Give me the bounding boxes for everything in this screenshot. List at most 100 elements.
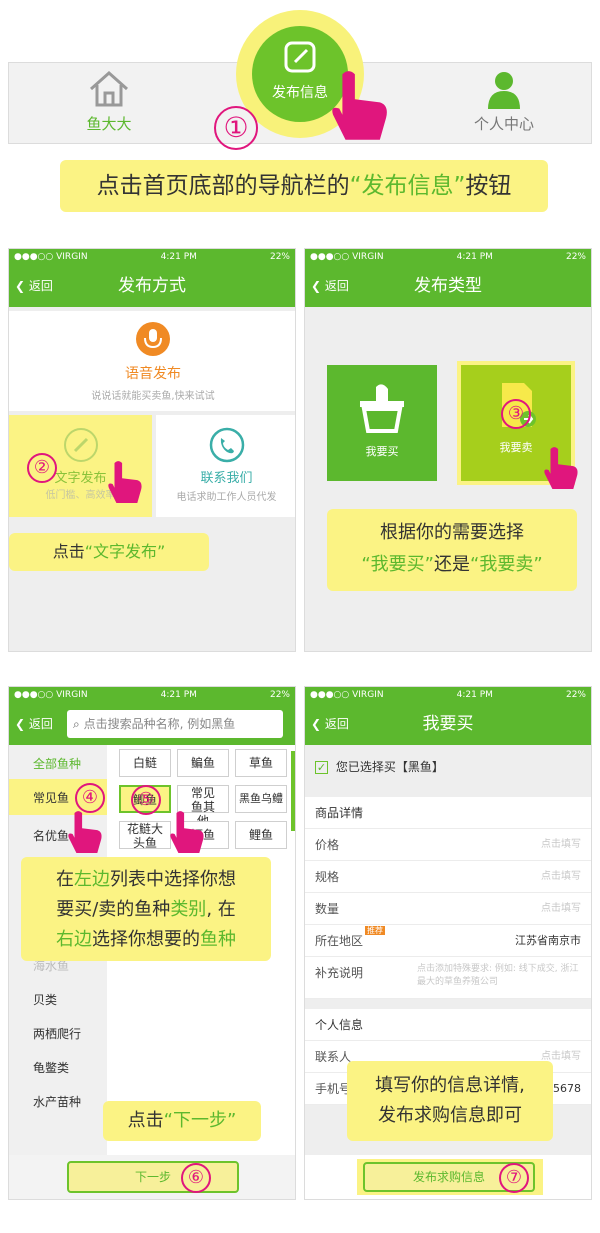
category-item[interactable]: 贝类: [33, 991, 57, 1008]
title-bar: ❮ 返回 ⌕ 点击搜索品种名称, 例如黑鱼: [9, 703, 295, 745]
page-title: 我要买: [422, 714, 474, 734]
selected-fish-row: ✓ 您已选择买【黑鱼】: [305, 751, 591, 783]
clock-text: 4:21 PM: [160, 690, 197, 700]
pencil-icon: [63, 428, 98, 462]
bottom-button-bar: 发布求购信息 ⑦: [305, 1155, 591, 1199]
field-label: 价格: [315, 838, 340, 852]
callout-line1: 在左边列表中选择你想: [21, 865, 271, 895]
clock-text: 4:21 PM: [456, 690, 493, 700]
status-bar: ●●●○○ VIRGIN 4:21 PM 22%: [9, 687, 295, 703]
callout-text: 在: [56, 869, 74, 890]
carrier-text: ●●●○○ VIRGIN: [14, 690, 88, 700]
back-button[interactable]: ❮ 返回: [15, 703, 53, 745]
buy-tile[interactable]: 我要买: [327, 365, 437, 481]
next-step-label: 下一步: [134, 1170, 171, 1184]
step-3-marker: ③: [501, 399, 531, 429]
title-bar: ❮ 返回 发布类型: [305, 265, 591, 307]
field-label: 联系人: [315, 1050, 352, 1064]
field-placeholder: 点击填写: [541, 871, 581, 882]
step-1-marker: ①: [214, 106, 258, 150]
nav-home[interactable]: 鱼大大: [79, 69, 139, 134]
carrier-text: ●●●○○ VIRGIN: [310, 690, 384, 700]
field-label: 补充说明: [315, 966, 364, 980]
pointing-hand-icon: [108, 461, 142, 503]
fish-cell[interactable]: 花鲢大头鱼: [119, 821, 171, 850]
spec-field[interactable]: 规格 点击填写: [305, 861, 591, 893]
category-item[interactable]: 名优鱼: [33, 827, 69, 844]
section-header: 个人信息: [305, 1009, 591, 1041]
callout-line2: “我要买”还是“我要卖”: [327, 549, 577, 581]
nav-user[interactable]: 个人中心: [459, 69, 549, 134]
publish-request-label: 发布求购信息: [412, 1170, 485, 1184]
quantity-field[interactable]: 数量 点击填写: [305, 893, 591, 925]
bottom-button-bar: 下一步 ⑥: [9, 1155, 295, 1199]
edit-icon: [284, 41, 316, 73]
note-field[interactable]: 补充说明 点击添加特殊要求: 例如: 线下成交, 浙江最大的草鱼养殖公司: [305, 957, 591, 999]
fish-cell[interactable]: 鳊鱼: [177, 749, 229, 777]
contact-subtitle: 电话求助工作人员代发: [176, 492, 277, 503]
callout-text: 点击首页底部的导航栏的: [96, 173, 350, 199]
status-bar: ●●●○○ VIRGIN 4:21 PM 22%: [305, 687, 591, 703]
step-2-marker: ②: [27, 453, 57, 483]
step-1-callout: 点击首页底部的导航栏的“发布信息”按钮: [60, 160, 548, 212]
region-label: 所在地区: [315, 934, 364, 948]
field-label: 所在地区推荐: [315, 925, 386, 957]
fish-cell[interactable]: 黑鱼乌鳢: [235, 785, 287, 813]
section-header: 商品详情: [305, 797, 591, 829]
page-title: 发布方式: [118, 276, 186, 296]
section-title: 商品详情: [315, 806, 364, 820]
battery-text: 22%: [269, 690, 290, 700]
callout-highlight: 鱼种: [200, 929, 236, 950]
next-step-button[interactable]: 下一步: [67, 1161, 239, 1193]
step-5-marker: ⑤: [131, 785, 161, 815]
category-label: 常见鱼: [33, 791, 70, 805]
fish-cell[interactable]: 白鲢: [119, 749, 171, 777]
checkbox-icon[interactable]: ✓: [315, 761, 328, 774]
category-item[interactable]: 龟鳖类: [33, 1059, 69, 1076]
page-title: 发布类型: [414, 276, 482, 296]
fish-cell[interactable]: 鲤鱼: [235, 821, 287, 849]
callout-text: 根据你的需要选择: [380, 522, 524, 543]
category-item[interactable]: 水产苗种: [33, 1093, 81, 1110]
scrollbar[interactable]: [291, 751, 295, 831]
phone-publish-type: ●●●○○ VIRGIN 4:21 PM 22% ❮ 返回 发布类型 我要买 我…: [304, 248, 592, 652]
contact-us-tile[interactable]: 联系我们 电话求助工作人员代发: [156, 415, 295, 517]
fish-cell[interactable]: 草鱼: [235, 749, 287, 777]
price-field[interactable]: 价格 点击填写: [305, 829, 591, 861]
callout-text: 还是: [434, 554, 470, 575]
voice-subtitle: 说说话就能买卖鱼,快来试试: [91, 391, 215, 402]
category-item[interactable]: 全部鱼种: [33, 755, 81, 772]
step-2-callout: 点击“文字发布”: [9, 533, 209, 571]
buy-label: 我要买: [365, 445, 399, 458]
search-input[interactable]: ⌕ 点击搜索品种名称, 例如黑鱼: [67, 710, 283, 738]
contact-title: 联系我们: [200, 471, 253, 486]
note-placeholder: 点击添加特殊要求: 例如: 线下成交, 浙江最大的草鱼养殖公司: [417, 964, 579, 987]
voice-title: 语音发布: [125, 366, 181, 382]
back-label: 返回: [28, 717, 53, 731]
nav-user-label: 个人中心: [473, 115, 534, 133]
pointing-hand-icon: [332, 71, 387, 140]
category-item[interactable]: 两栖爬行: [33, 1025, 81, 1042]
section-title: 个人信息: [315, 1018, 364, 1032]
callout-highlight: 左边: [74, 869, 110, 890]
region-value: 江苏省南京市: [515, 934, 581, 947]
callout-highlight: “发布信息”: [349, 173, 466, 199]
callout-highlight: “下一步”: [163, 1110, 237, 1131]
phone-fish-select: ●●●○○ VIRGIN 4:21 PM 22% ❮ 返回 ⌕ 点击搜索品种名称…: [8, 686, 296, 1200]
voice-publish-tile[interactable]: 语音发布 说说话就能买卖鱼,快来试试: [9, 311, 295, 411]
callout-text: 选择你想要的: [92, 929, 200, 950]
callout-text: 按钮: [465, 173, 512, 199]
pointing-hand-icon: [170, 811, 204, 853]
region-field[interactable]: 所在地区推荐 江苏省南京市: [305, 925, 591, 957]
callout-highlight: “我要卖”: [470, 554, 543, 575]
status-bar: ●●●○○ VIRGIN 4:21 PM 22%: [9, 249, 295, 265]
step-6-callout: 点击“下一步”: [103, 1101, 261, 1141]
phone-publish-method: ●●●○○ VIRGIN 4:21 PM 22% ❮ 返回 发布方式 语音发布 …: [8, 248, 296, 652]
title-bar: ❮ 返回 发布方式: [9, 265, 295, 307]
callout-text: 点击: [52, 542, 85, 561]
step-3-callout: 根据你的需要选择 “我要买”还是“我要卖”: [327, 509, 577, 591]
step-4-5-callout: 在左边列表中选择你想 要买/卖的鱼种类别, 在 右边选择你想要的鱼种: [21, 857, 271, 961]
field-placeholder: 点击填写: [541, 839, 581, 850]
callout-highlight: “文字发布”: [84, 542, 166, 561]
battery-text: 22%: [269, 252, 290, 262]
